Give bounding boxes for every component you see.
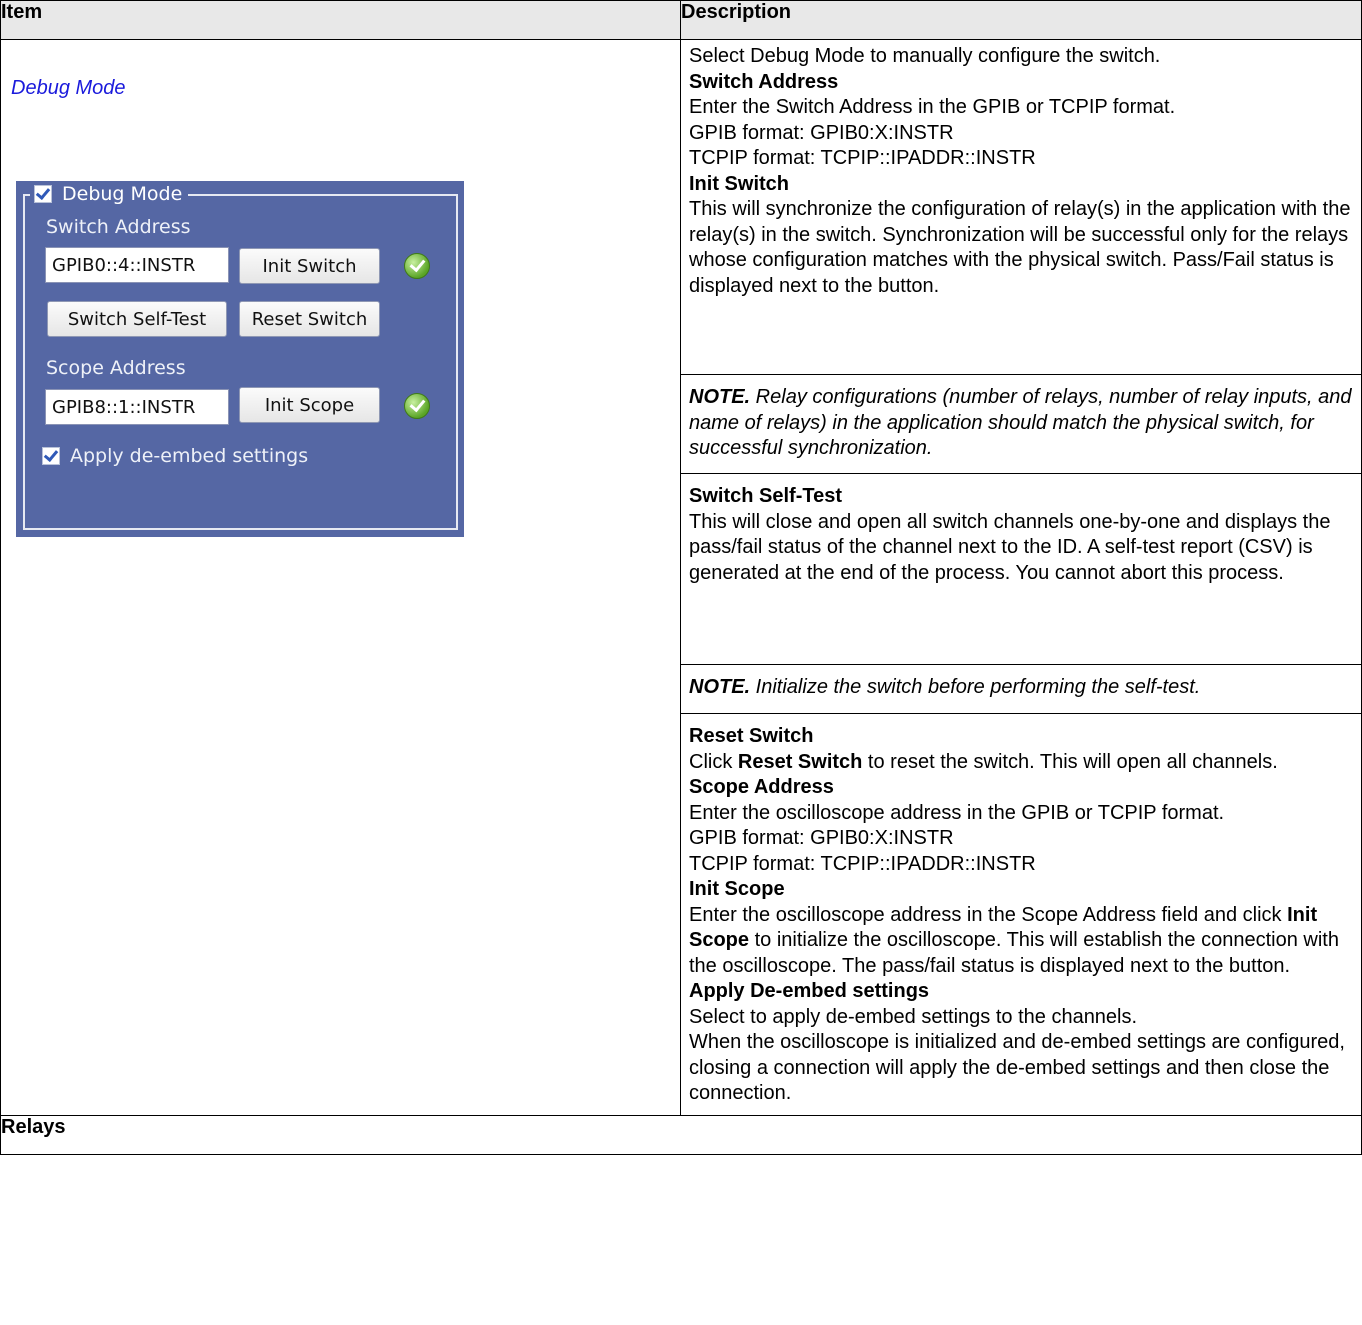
init-scope-text: Enter the oscilloscope address in the Sc… bbox=[689, 903, 1339, 977]
description-cell: Select Debug Mode to manually configure … bbox=[680, 39, 1362, 1116]
self-test-text: This will close and open all switch chan… bbox=[689, 510, 1331, 584]
header-row: Item Description bbox=[0, 0, 1362, 40]
relays-heading: Relays bbox=[0, 1114, 1362, 1155]
switch-address-text-3: TCPIP format: TCPIP::IPADDR::INSTR bbox=[689, 147, 1036, 169]
debug-mode-desc: Select Debug Mode to manually configure … bbox=[681, 40, 1361, 374]
reset-switch-button[interactable]: Reset Switch bbox=[239, 301, 380, 337]
init-scope-heading: Init Scope bbox=[689, 878, 785, 900]
init-scope-button[interactable]: Init Scope bbox=[239, 387, 380, 423]
note-relay-config: NOTE. Relay configurations (number of re… bbox=[681, 375, 1361, 473]
switch-address-field[interactable]: GPIB0::4::INSTR bbox=[45, 247, 229, 283]
init-switch-text: This will synchronize the configuration … bbox=[689, 198, 1351, 297]
deembed-text-2: When the oscilloscope is initialized and… bbox=[689, 1031, 1345, 1104]
deembed-text-1: Select to apply de-embed settings to the… bbox=[689, 1005, 1138, 1028]
switch-self-test-button[interactable]: Switch Self-Test bbox=[47, 301, 227, 337]
init-switch-button[interactable]: Init Switch bbox=[239, 248, 380, 284]
scope-address-field[interactable]: GPIB8::1::INSTR bbox=[45, 389, 229, 425]
apply-deembed-label: Apply de-embed settings bbox=[70, 445, 309, 467]
switch-address-heading: Switch Address bbox=[689, 70, 839, 93]
apply-deembed-checkbox[interactable] bbox=[42, 447, 60, 465]
item-cell: Debug Mode Debug Mode Switch Address GPI… bbox=[0, 39, 681, 1116]
note-label: NOTE. bbox=[689, 386, 751, 408]
scope-address-label: Scope Address bbox=[46, 357, 186, 379]
scope-address-text-3: TCPIP format: TCPIP::IPADDR::INSTR bbox=[689, 852, 1036, 875]
debug-mode-legend[interactable]: Debug Mode bbox=[30, 183, 189, 205]
scope-pass-icon bbox=[404, 393, 430, 419]
apply-deembed-option[interactable]: Apply de-embed settings bbox=[42, 445, 308, 467]
debug-mode-checkbox[interactable] bbox=[34, 185, 52, 203]
self-test-desc: Switch Self-Test This will close and ope… bbox=[681, 474, 1361, 664]
switch-pass-icon bbox=[404, 253, 430, 279]
init-switch-heading: Init Switch bbox=[689, 172, 789, 195]
header-description: Description bbox=[680, 0, 1362, 40]
reset-scope-desc: Reset Switch Click Reset Switch to reset… bbox=[681, 714, 1361, 1115]
intro-text: Select Debug Mode to manually configure … bbox=[689, 45, 1161, 67]
switch-address-text-2: GPIB format: GPIB0:X:INSTR bbox=[689, 121, 954, 144]
reset-switch-heading: Reset Switch bbox=[689, 725, 814, 747]
scope-address-heading: Scope Address bbox=[689, 776, 834, 798]
switch-address-text-1: Enter the Switch Address in the GPIB or … bbox=[689, 96, 1176, 118]
debug-mode-label: Debug Mode bbox=[62, 183, 183, 205]
description-table: Item Description Debug Mode Debug Mode S… bbox=[0, 0, 1362, 1155]
note-label: NOTE. bbox=[689, 676, 751, 698]
scope-address-text-2: GPIB format: GPIB0:X:INSTR bbox=[689, 827, 954, 849]
debug-mode-link[interactable]: Debug Mode bbox=[11, 77, 126, 100]
debug-mode-panel: Debug Mode Switch Address GPIB0::4::INST… bbox=[16, 181, 464, 537]
reset-switch-text: Click Reset Switch to reset the switch. … bbox=[689, 750, 1278, 773]
header-item: Item bbox=[0, 0, 681, 40]
note-self-test: NOTE. Initialize the switch before perfo… bbox=[681, 665, 1361, 713]
note-text: Initialize the switch before performing … bbox=[750, 676, 1201, 698]
debug-mode-row: Debug Mode Debug Mode Switch Address GPI… bbox=[0, 39, 1362, 1116]
note-text: Relay configurations (number of relays, … bbox=[689, 386, 1352, 459]
self-test-heading: Switch Self-Test bbox=[689, 485, 842, 507]
scope-address-text-1: Enter the oscilloscope address in the GP… bbox=[689, 801, 1225, 824]
switch-address-label: Switch Address bbox=[46, 216, 191, 238]
deembed-heading: Apply De-embed settings bbox=[689, 980, 930, 1002]
relays-row: Relays bbox=[0, 1114, 1362, 1155]
